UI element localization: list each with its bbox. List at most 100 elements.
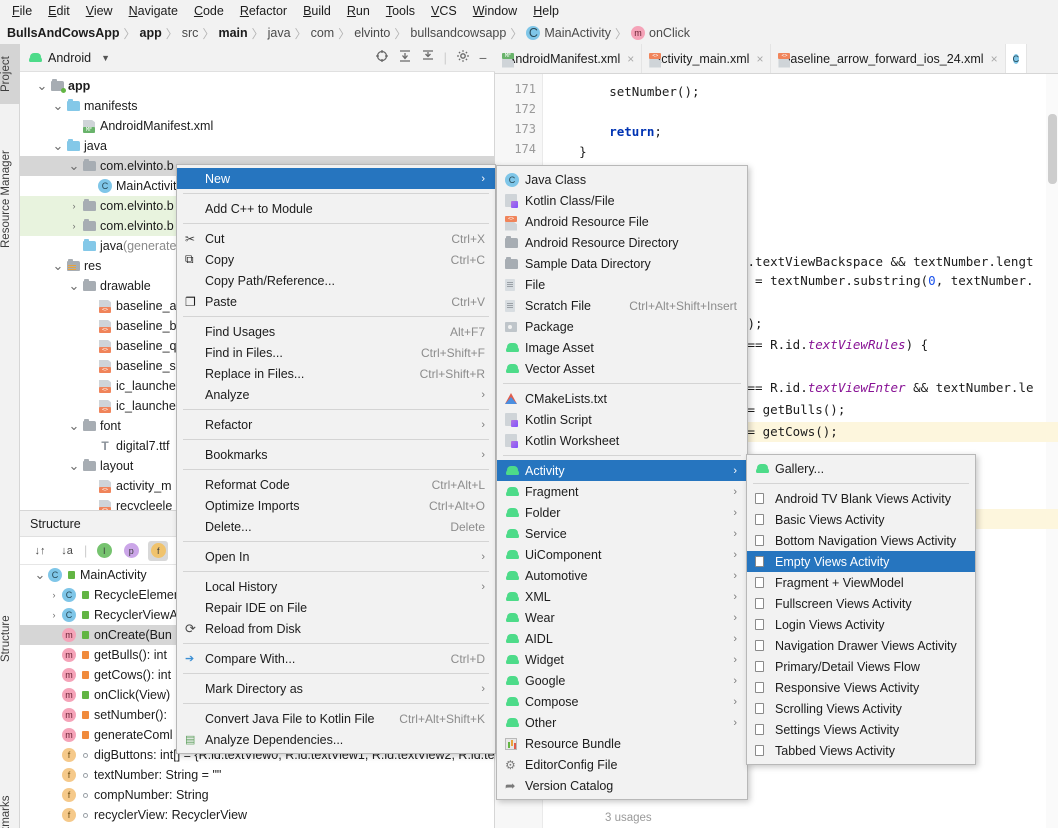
- menu-item-convert-java-file-to-kotlin-file[interactable]: Convert Java File to Kotlin File Ctrl+Alt…: [177, 708, 495, 729]
- code-line[interactable]: return;: [543, 122, 1058, 142]
- new-item-android-resource-file[interactable]: <> Android Resource File: [497, 211, 747, 232]
- activity-item-android-tv-blank-views-activity[interactable]: Android TV Blank Views Activity: [747, 488, 975, 509]
- activity-item-bottom-navigation-views-activity[interactable]: Bottom Navigation Views Activity: [747, 530, 975, 551]
- menu-item-refactor[interactable]: Refactor ›: [177, 414, 495, 435]
- close-tab-icon[interactable]: ×: [754, 52, 763, 66]
- sort-alphabetically-icon[interactable]: ↓a: [57, 541, 77, 561]
- menu-item-add-c-to-module[interactable]: Add C++ to Module: [177, 198, 495, 219]
- menu-item-open-in[interactable]: Open In ›: [177, 546, 495, 567]
- new-item-image-asset[interactable]: Image Asset: [497, 337, 747, 358]
- close-tab-icon[interactable]: ×: [625, 52, 634, 66]
- menu-item-replace-in-files[interactable]: Replace in Files... Ctrl+Shift+R: [177, 363, 495, 384]
- new-item-other[interactable]: Other ›: [497, 712, 747, 733]
- menu-item-new[interactable]: New ›: [177, 168, 495, 189]
- menu-window[interactable]: Window: [465, 1, 525, 21]
- expand-all-icon[interactable]: [398, 49, 412, 66]
- menu-refactor[interactable]: Refactor: [232, 1, 295, 21]
- breadcrumb-item-main[interactable]: main: [215, 26, 250, 40]
- breadcrumb-item-onclick[interactable]: m onClick: [628, 26, 693, 40]
- file-context-menu[interactable]: New › Add C++ to Module ✂ Cut Ctrl+X ⧉ Copy Ctrl…: [176, 164, 496, 754]
- new-item-java-class[interactable]: C Java Class: [497, 169, 747, 190]
- activity-item-settings-views-activity[interactable]: Settings Views Activity: [747, 719, 975, 740]
- new-item-kotlin-class-file[interactable]: Kotlin Class/File: [497, 190, 747, 211]
- show-fields-icon[interactable]: f: [148, 540, 169, 561]
- breadcrumb-item-src[interactable]: src: [179, 26, 202, 40]
- rail-tab-structure[interactable]: Structure: [0, 599, 20, 679]
- menu-item-copy-path-reference[interactable]: Copy Path/Reference...: [177, 270, 495, 291]
- editor-vertical-scrollbar[interactable]: [1046, 74, 1058, 828]
- tree-expander-icon[interactable]: ›: [48, 610, 60, 620]
- breadcrumb-item-com[interactable]: com: [308, 26, 338, 40]
- tree-expander-icon[interactable]: ⌄: [34, 568, 46, 581]
- new-item-vector-asset[interactable]: Vector Asset: [497, 358, 747, 379]
- menu-item-find-in-files[interactable]: Find in Files... Ctrl+Shift+F: [177, 342, 495, 363]
- new-item-google[interactable]: Google ›: [497, 670, 747, 691]
- tree-expander-icon[interactable]: ›: [68, 221, 80, 231]
- activity-item-scrolling-views-activity[interactable]: Scrolling Views Activity: [747, 698, 975, 719]
- project-tree-row[interactable]: ⌄ java: [20, 136, 495, 156]
- gutter-line-number[interactable]: 171: [495, 82, 542, 102]
- menu-navigate[interactable]: Navigate: [121, 1, 186, 21]
- breadcrumb-item-bullsandcowsapp[interactable]: bullsandcowsapp: [407, 26, 509, 40]
- new-item-folder[interactable]: Folder ›: [497, 502, 747, 523]
- activity-item-primary-detail-views-flow[interactable]: Primary/Detail Views Flow: [747, 656, 975, 677]
- new-item-xml[interactable]: XML ›: [497, 586, 747, 607]
- show-properties-icon[interactable]: p: [121, 541, 141, 561]
- tree-expander-icon[interactable]: ⌄: [52, 99, 64, 112]
- menu-item-compare-with[interactable]: ➔ Compare With... Ctrl+D: [177, 648, 495, 669]
- menu-item-repair-ide-on-file[interactable]: Repair IDE on File: [177, 597, 495, 618]
- menu-item-mark-directory-as[interactable]: Mark Directory as ›: [177, 678, 495, 699]
- breadcrumb-item-bullsandcowsapp[interactable]: BullsAndCowsApp: [4, 26, 123, 40]
- editor-tab[interactable]: <> baseline_arrow_forward_ios_24.xml ×: [771, 44, 1006, 73]
- new-item-sample-data-directory[interactable]: Sample Data Directory: [497, 253, 747, 274]
- new-item-activity[interactable]: Activity ›: [497, 460, 747, 481]
- new-item-cmakelists-txt[interactable]: CMakeLists.txt: [497, 388, 747, 409]
- menu-run[interactable]: Run: [339, 1, 378, 21]
- new-item-scratch-file[interactable]: Scratch File Ctrl+Alt+Shift+Insert: [497, 295, 747, 316]
- breadcrumb[interactable]: BullsAndCowsApp 〉 app 〉 src 〉 main 〉 java 〉 com 〉 el…: [0, 22, 1058, 44]
- breadcrumb-item-elvinto[interactable]: elvinto: [351, 26, 393, 40]
- select-opened-file-icon[interactable]: [375, 49, 389, 66]
- new-item-automotive[interactable]: Automotive ›: [497, 565, 747, 586]
- activity-item-gallery[interactable]: Gallery...: [747, 458, 975, 479]
- chevron-down-icon[interactable]: ▼: [101, 53, 110, 63]
- structure-tree-row[interactable]: f compNumber: String: [20, 785, 495, 805]
- rail-tab-bookmarks[interactable]: Bookmarks: [0, 779, 20, 828]
- structure-tree-row[interactable]: f recyclerView: RecyclerView: [20, 805, 495, 825]
- menu-help[interactable]: Help: [525, 1, 567, 21]
- rail-tab-project[interactable]: Project: [0, 44, 20, 104]
- new-item-compose[interactable]: Compose ›: [497, 691, 747, 712]
- collapse-all-icon[interactable]: [421, 49, 435, 66]
- menu-item-local-history[interactable]: Local History ›: [177, 576, 495, 597]
- gutter-line-number[interactable]: 174: [495, 142, 542, 162]
- new-item-uicomponent[interactable]: UiComponent ›: [497, 544, 747, 565]
- settings-gear-icon[interactable]: [456, 49, 470, 66]
- new-item-android-resource-directory[interactable]: Android Resource Directory: [497, 232, 747, 253]
- new-item-service[interactable]: Service ›: [497, 523, 747, 544]
- menu-item-find-usages[interactable]: Find Usages Alt+F7: [177, 321, 495, 342]
- new-item-aidl[interactable]: AIDL ›: [497, 628, 747, 649]
- new-item-kotlin-script[interactable]: Kotlin Script: [497, 409, 747, 430]
- tree-expander-icon[interactable]: ›: [68, 201, 80, 211]
- new-item-package[interactable]: Package: [497, 316, 747, 337]
- editor-tab[interactable]: C: [1005, 44, 1028, 73]
- activity-submenu[interactable]: Gallery... Android TV Blank Views Activit…: [746, 454, 976, 765]
- menu-item-optimize-imports[interactable]: Optimize Imports Ctrl+Alt+O: [177, 495, 495, 516]
- new-item-wear[interactable]: Wear ›: [497, 607, 747, 628]
- project-tree-row[interactable]: ⌄ app: [20, 76, 495, 96]
- menu-item-analyze[interactable]: Analyze ›: [177, 384, 495, 405]
- tree-expander-icon[interactable]: ›: [48, 590, 60, 600]
- activity-item-tabbed-views-activity[interactable]: Tabbed Views Activity: [747, 740, 975, 761]
- new-item-resource-bundle[interactable]: Resource Bundle: [497, 733, 747, 754]
- new-item-version-catalog[interactable]: ➦ Version Catalog: [497, 775, 747, 796]
- tree-expander-icon[interactable]: ⌄: [68, 159, 80, 172]
- editor-tab[interactable]: MF AndroidManifest.xml ×: [495, 44, 643, 73]
- gutter-line-number[interactable]: 173: [495, 122, 542, 142]
- editor-tab[interactable]: <> activity_main.xml ×: [642, 44, 772, 73]
- project-panel-header[interactable]: Android ▼ | −: [20, 44, 495, 72]
- menu-item-analyze-dependencies[interactable]: ▤ Analyze Dependencies...: [177, 729, 495, 750]
- project-view-selector-label[interactable]: Android: [48, 51, 91, 65]
- breadcrumb-item-app[interactable]: app: [137, 26, 165, 40]
- code-line[interactable]: [543, 102, 1058, 122]
- menu-code[interactable]: Code: [186, 1, 232, 21]
